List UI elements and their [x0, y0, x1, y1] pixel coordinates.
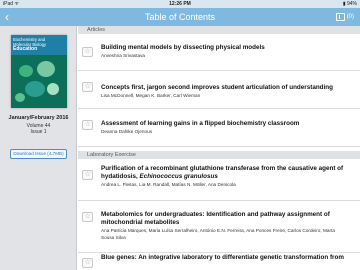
issue-sidebar: Biochemistry and Molecular Biology Educa…: [0, 26, 77, 270]
article-authors: Andrea L. Fleitas, Lia M. Randall, Matía…: [101, 182, 236, 187]
article-title[interactable]: Metabolomics for undergraduates: Identif…: [101, 211, 354, 226]
section-header-articles: Articles: [78, 26, 360, 34]
download-issue-button[interactable]: Download Issue (4.7MB): [10, 149, 67, 159]
article-row[interactable]: ☆ Purification of a recombinant glutathi…: [78, 159, 360, 201]
article-row[interactable]: ☆ Blue genes: An integrative laboratory …: [78, 253, 360, 270]
article-title[interactable]: Assessment of learning gains in a flippe…: [101, 120, 354, 128]
battery-icon: ▮ 94%: [342, 1, 357, 7]
article-row[interactable]: ☆ Building mental models by dissecting p…: [78, 34, 360, 71]
notes-count: (0): [346, 14, 354, 20]
star-icon[interactable]: ☆: [82, 82, 93, 92]
clock: 12:26 PM: [169, 1, 191, 7]
article-authors: Anveshna Srivastava: [101, 53, 146, 58]
nav-bar: ‹ Table of Contents (0): [0, 8, 360, 26]
article-authors: Lisa McDonnell, Megan K. Barker, Carl Wi…: [101, 93, 201, 98]
status-bar: iPad ᯤ 12:26 PM ▮ 94%: [0, 0, 360, 8]
section-header-laboratory-exercise: Laboratory Exercise: [78, 151, 360, 159]
article-title[interactable]: Blue genes: An integrative laboratory to…: [101, 254, 354, 262]
star-icon[interactable]: ☆: [82, 120, 93, 130]
cover-masthead: Biochemistry and Molecular Biology Educa…: [11, 35, 67, 55]
article-title[interactable]: Building mental models by dissecting phy…: [101, 44, 354, 52]
notebook-icon: [335, 13, 345, 21]
issue-number: Issue 1: [30, 129, 47, 135]
star-icon[interactable]: ☆: [82, 170, 93, 180]
article-authors: Deanna Dahlke Ojennus: [101, 129, 153, 134]
article-title[interactable]: Purification of a recombinant glutathion…: [101, 165, 354, 180]
article-row[interactable]: ☆ Metabolomics for undergraduates: Ident…: [78, 201, 360, 253]
star-icon[interactable]: ☆: [82, 258, 93, 268]
cover-artwork: [11, 55, 67, 108]
issue-date: January/February 2016: [8, 115, 69, 121]
table-of-contents-list[interactable]: Articles ☆ Building mental models by dis…: [78, 26, 360, 270]
notes-button[interactable]: (0): [335, 12, 354, 22]
article-row[interactable]: ☆ Assessment of learning gains in a flip…: [78, 109, 360, 147]
page-title: Table of Contents: [144, 12, 216, 22]
star-icon[interactable]: ☆: [82, 212, 93, 222]
star-icon[interactable]: ☆: [82, 47, 93, 57]
article-title[interactable]: Concepts first, jargon second improves s…: [101, 84, 354, 92]
issue-cover-image[interactable]: Biochemistry and Molecular Biology Educa…: [11, 35, 67, 108]
article-authors: Ana Patrícia Marques, Maria Luísa Serral…: [101, 228, 335, 240]
article-row[interactable]: ☆ Concepts first, jargon second improves…: [78, 71, 360, 109]
